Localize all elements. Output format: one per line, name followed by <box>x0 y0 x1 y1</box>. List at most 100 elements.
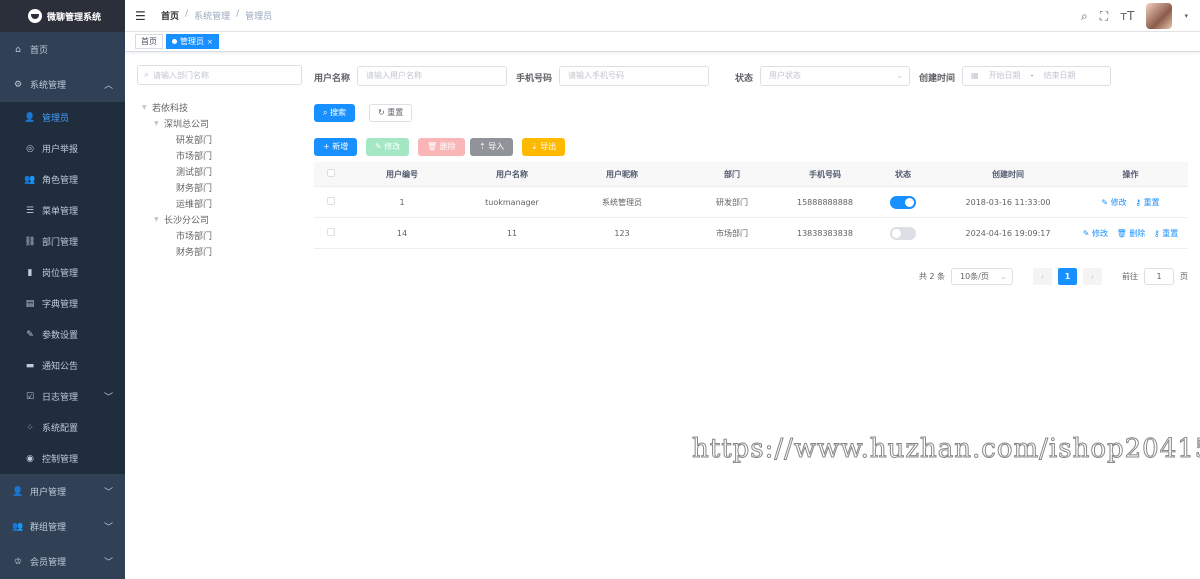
font-size-icon[interactable]: тT <box>1120 9 1134 23</box>
sidebar-item-user-report[interactable]: ◎ 用户举报 <box>0 133 125 164</box>
row-reset-link[interactable]: ⚷ 重置 <box>1135 198 1159 207</box>
page-size-select[interactable]: 10条/页 ⌄ <box>951 268 1013 285</box>
chevron-down-icon: ﹀ <box>103 558 113 568</box>
edit-icon: ✎ <box>375 142 382 151</box>
group-icon: 👥 <box>12 521 24 532</box>
sidebar-item-menus[interactable]: ☰ 菜单管理 <box>0 195 125 226</box>
sidebar-item-member-mgmt[interactable]: ♔ 会员管理 ﹀ <box>0 544 125 579</box>
import-button[interactable]: ⇡ 导入 <box>470 138 514 156</box>
status-switch[interactable] <box>890 195 916 209</box>
tree-node-label: 深圳总公司 <box>164 119 210 130</box>
delete-button[interactable]: 🗑 删除 <box>418 138 465 156</box>
sidebar-item-group-mgmt[interactable]: 👥 群组管理 ﹀ <box>0 509 125 544</box>
tree-node[interactable]: 财务部门 <box>137 179 302 195</box>
phone-input[interactable]: 请输入手机号码 <box>559 66 709 86</box>
active-dot-icon <box>172 39 177 44</box>
close-icon[interactable]: × <box>207 38 213 46</box>
edit-button[interactable]: ✎ 修改 <box>366 138 410 156</box>
search-button[interactable]: ⌕ 搜索 <box>314 104 356 122</box>
page-size-value: 10条/页 <box>960 272 989 281</box>
tree-node[interactable]: ▼ 深圳总公司 <box>137 115 302 131</box>
delete-button-label: 删除 <box>439 142 456 151</box>
sidebar-item-system[interactable]: ⚙ 系统管理 ︿ <box>0 67 125 102</box>
tree-node[interactable]: ▼ 若依科技 <box>137 99 302 115</box>
date-range-picker[interactable]: ▦ 开始日期 - 结束日期 <box>962 66 1111 86</box>
sidebar-item-label: 角色管理 <box>42 176 79 186</box>
hamburger-icon[interactable]: ☰ <box>135 9 153 23</box>
sidebar-item-posts[interactable]: ▮ 岗位管理 <box>0 257 125 288</box>
chevron-down-icon: ﹀ <box>103 393 113 403</box>
sidebar-item-home[interactable]: ⌂ 首页 <box>0 32 125 67</box>
chevron-down-icon: ⌄ <box>1000 272 1007 281</box>
status-switch[interactable] <box>890 226 916 240</box>
sidebar-item-depts[interactable]: ⛓ 部门管理 <box>0 226 125 257</box>
reset-button[interactable]: ↻ 重置 <box>369 104 413 122</box>
sidebar-item-label: 管理员 <box>42 114 70 124</box>
tree-node-label: 市场部门 <box>176 151 213 162</box>
upload-icon: ⇡ <box>479 142 486 151</box>
sidebar-item-label: 用户举报 <box>42 145 79 155</box>
tags-view: 首页 管理员 × <box>125 32 1200 52</box>
username-input[interactable]: 请输入用户名称 <box>357 66 507 86</box>
prev-page-button[interactable]: ‹ <box>1033 268 1052 285</box>
avatar[interactable] <box>1146 3 1173 29</box>
sidebar-item-logs[interactable]: ☑ 日志管理 ﹀ <box>0 381 125 412</box>
tree-node[interactable]: 研发部门 <box>137 131 302 147</box>
breadcrumb-home[interactable]: 首页 <box>161 9 179 22</box>
page-number-1[interactable]: 1 <box>1058 268 1077 285</box>
created-label: 创建时间 <box>919 74 956 84</box>
sidebar-item-admin[interactable]: 👤 管理员 <box>0 102 125 133</box>
tag-home[interactable]: 首页 <box>135 34 163 49</box>
sidebar-item-sys-config[interactable]: ⁘ 系统配置 <box>0 412 125 443</box>
refresh-icon: ↻ <box>378 108 385 117</box>
row-reset-label: 重置 <box>1162 228 1179 238</box>
tree-node[interactable]: 市场部门 <box>137 147 302 163</box>
select-all-checkbox[interactable] <box>326 169 335 177</box>
caret-down-icon: ▼ <box>154 119 159 127</box>
tree-node[interactable]: 运维部门 <box>137 195 302 211</box>
add-button[interactable]: + 新增 <box>314 138 358 156</box>
row-delete-link[interactable]: 🗑 删除 <box>1117 229 1146 238</box>
cell-phone: 15888888888 <box>797 197 853 207</box>
key-icon: ⚷ <box>1135 197 1142 207</box>
log-icon: ☑ <box>25 391 35 402</box>
fullscreen-icon[interactable]: ⛶ <box>1100 9 1108 24</box>
app-logo[interactable]: 微聊管理系统 <box>0 0 125 32</box>
search-icon[interactable]: ⌕ <box>1081 9 1088 24</box>
row-checkbox[interactable] <box>326 228 335 236</box>
row-edit-link[interactable]: ✎ 修改 <box>1101 198 1126 207</box>
tag-label: 管理员 <box>180 37 204 46</box>
tree-node[interactable]: 测试部门 <box>137 163 302 179</box>
next-page-button[interactable]: › <box>1083 268 1102 285</box>
sidebar-item-dict[interactable]: ▤ 字典管理 <box>0 288 125 319</box>
status-select[interactable]: 用户状态 ⌄ <box>760 66 910 86</box>
pagination: 共 2 条 10条/页 ⌄ ‹ 1 › 前往 1 页 <box>919 268 1188 285</box>
tree-node[interactable]: 财务部门 <box>137 243 302 259</box>
row-reset-link[interactable]: ⚷ 重置 <box>1154 229 1178 238</box>
row-edit-link[interactable]: ✎ 修改 <box>1083 229 1108 238</box>
row-checkbox[interactable] <box>326 197 335 205</box>
sidebar-item-user-mgmt[interactable]: 👤 用户管理 ﹀ <box>0 474 125 509</box>
tree-node-label: 市场部门 <box>176 231 213 242</box>
crown-icon: ♔ <box>13 556 23 567</box>
caret-down-icon: ▼ <box>154 215 159 223</box>
tag-admin[interactable]: 管理员 × <box>166 34 219 49</box>
export-button[interactable]: ⇣ 导出 <box>522 138 566 156</box>
dept-tree: ▼ 若依科技 ▼ 深圳总公司 研发部门 市场部门 测试部门 财务部门 运维部门 ▼ 长沙分公司 市场部… <box>137 99 302 259</box>
cell-dept: 研发部门 <box>716 197 748 207</box>
sidebar-item-notice[interactable]: ▬ 通知公告 <box>0 350 125 381</box>
cell-id: 14 <box>396 228 408 238</box>
breadcrumb-admin: 管理员 <box>245 12 273 22</box>
sidebar-item-label: 群组管理 <box>30 523 67 533</box>
sidebar-item-config[interactable]: ✎ 参数设置 <box>0 319 125 350</box>
sidebar-item-control[interactable]: ◉ 控制管理 <box>0 443 125 474</box>
goto-page-input[interactable]: 1 <box>1144 268 1174 285</box>
breadcrumb-separator: / <box>185 9 189 19</box>
export-button-label: 导出 <box>540 142 557 151</box>
tree-node[interactable]: 市场部门 <box>137 227 302 243</box>
search-icon: ⌕ <box>144 70 150 80</box>
sidebar-item-roles[interactable]: 👥 角色管理 <box>0 164 125 195</box>
tree-node[interactable]: ▼ 长沙分公司 <box>137 211 302 227</box>
dept-search-input[interactable]: ⌕ 请输入部门名称 <box>137 65 302 85</box>
caret-down-icon[interactable]: ▾ <box>1184 12 1188 20</box>
